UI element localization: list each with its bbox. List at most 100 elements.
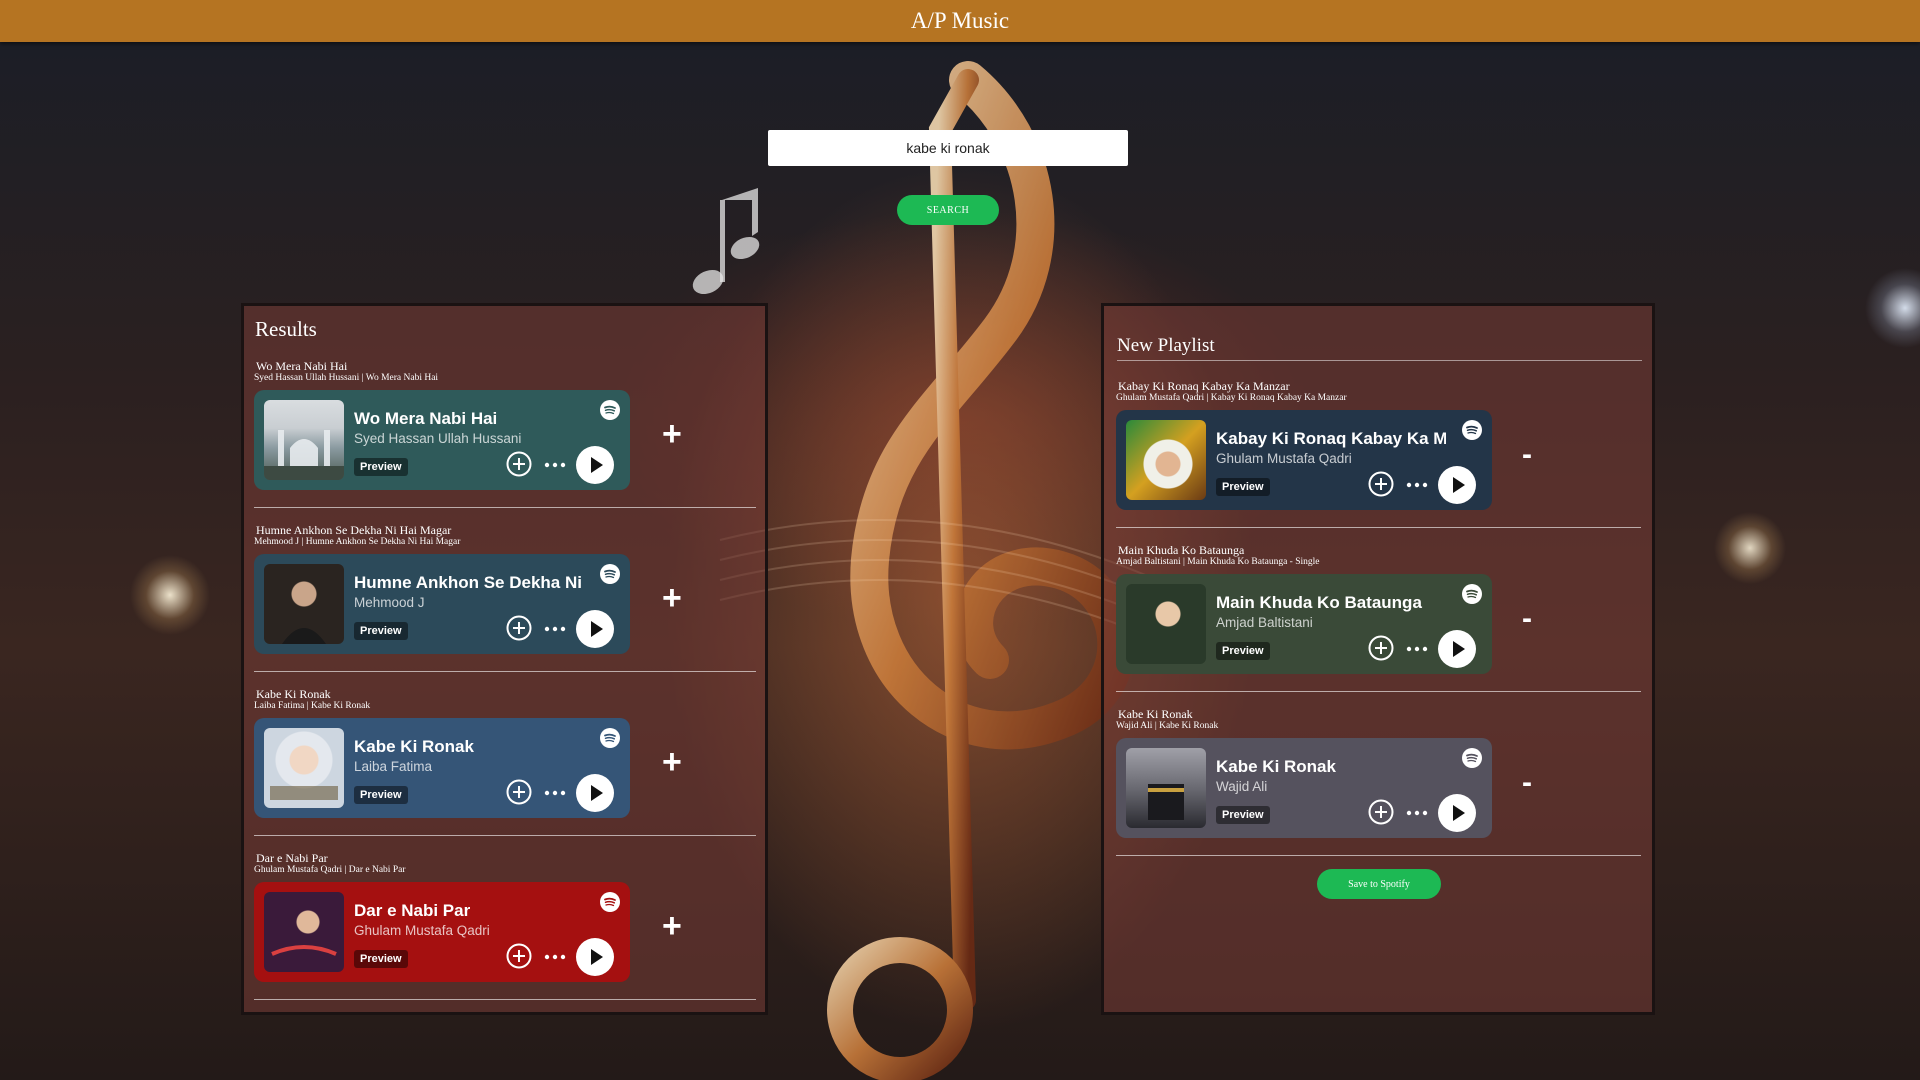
more-icon[interactable] [544,954,566,960]
row-divider [254,835,756,836]
add-circle-icon[interactable] [1368,471,1394,497]
preview-badge: Preview [354,950,408,968]
track-name: Dar e Nabi Par [256,851,328,865]
track-subtitle: Laiba Fatima | Kabe Ki Ronak [254,701,371,711]
card-artist[interactable]: Laiba Fatima [354,759,432,774]
album-art [1126,584,1206,664]
card-artist[interactable]: Ghulam Mustafa Qadri [354,923,490,938]
preview-badge: Preview [1216,478,1270,496]
album-art [1126,420,1206,500]
result-row: Humne Ankhon Se Dekha Ni Hai Magar Mehmo… [244,523,765,673]
row-divider [254,671,756,672]
spotify-embed-card[interactable]: Humne Ankhon Se Dekha Ni Mehmood J Previ… [254,554,630,654]
card-title: Kabe Ki Ronak [354,737,474,756]
result-row: Wo Mera Nabi Hai Syed Hassan Ullah Hussa… [244,359,765,509]
track-subtitle: Syed Hassan Ullah Hussani | Wo Mera Nabi… [254,373,439,383]
track-name: Main Khuda Ko Bataunga [1118,543,1245,557]
add-circle-icon[interactable] [506,943,532,969]
spotify-embed-card[interactable]: Main Khuda Ko Bataunga Amjad Baltistani … [1116,574,1492,674]
add-to-playlist-button[interactable]: + [662,581,682,615]
card-title: Dar e Nabi Par [354,901,471,920]
spotify-icon[interactable] [600,728,620,748]
spotify-icon[interactable] [600,564,620,584]
track-name: Kabay Ki Ronaq Kabay Ka Manzar [1118,379,1290,393]
add-circle-icon[interactable] [506,451,532,477]
row-divider [1116,691,1641,692]
result-row: Kabe Ki Ronak Laiba Fatima | Kabe Ki Ron… [244,687,765,837]
track-name: Kabe Ki Ronak [1118,707,1193,721]
spotify-embed-card[interactable]: Kabay Ki Ronaq Kabay Ka M Ghulam Mustafa… [1116,410,1492,510]
card-title: Kabay Ki Ronaq Kabay Ka M [1216,429,1446,448]
track-subtitle: Wajid Ali | Kabe Ki Ronak [1116,721,1219,731]
track-name: Humne Ankhon Se Dekha Ni Hai Magar [256,523,452,537]
play-icon[interactable] [576,446,614,484]
search-input[interactable] [768,130,1128,166]
row-divider [254,507,756,508]
preview-badge: Preview [354,458,408,476]
card-artist[interactable]: Ghulam Mustafa Qadri [1216,451,1352,466]
card-title: Wo Mera Nabi Hai [354,409,498,428]
track-subtitle: Ghulam Mustafa Qadri | Dar e Nabi Par [254,865,406,875]
card-artist[interactable]: Amjad Baltistani [1216,615,1313,630]
remove-from-playlist-button[interactable]: - [1522,604,1532,634]
playlist-row: Main Khuda Ko Bataunga Amjad Baltistani … [1104,543,1652,693]
heading-divider [1117,360,1642,361]
preview-badge: Preview [1216,642,1270,660]
preview-badge: Preview [354,786,408,804]
add-circle-icon[interactable] [506,615,532,641]
save-to-spotify-button[interactable]: Save to Spotify [1317,869,1441,899]
playlist-heading: New Playlist [1117,335,1215,356]
card-title: Kabe Ki Ronak [1216,757,1336,776]
spotify-embed-card[interactable]: Kabe Ki Ronak Wajid Ali Preview [1116,738,1492,838]
album-art [1126,748,1206,828]
add-to-playlist-button[interactable]: + [662,745,682,779]
add-to-playlist-button[interactable]: + [662,909,682,943]
spotify-embed-card[interactable]: Dar e Nabi Par Ghulam Mustafa Qadri Prev… [254,882,630,982]
spotify-icon[interactable] [600,892,620,912]
result-row: Dar e Nabi Par Ghulam Mustafa Qadri | Da… [244,851,765,1001]
more-icon[interactable] [1406,810,1428,816]
play-icon[interactable] [1438,794,1476,832]
more-icon[interactable] [1406,482,1428,488]
spotify-icon[interactable] [1462,748,1482,768]
track-name: Wo Mera Nabi Hai [256,359,348,373]
add-to-playlist-button[interactable]: + [662,417,682,451]
card-title: Humne Ankhon Se Dekha Ni [354,573,582,592]
remove-from-playlist-button[interactable]: - [1522,440,1532,470]
results-heading: Results [255,317,317,341]
card-artist[interactable]: Wajid Ali [1216,779,1267,794]
preview-badge: Preview [354,622,408,640]
add-circle-icon[interactable] [506,779,532,805]
playlist-row: Kabe Ki Ronak Wajid Ali | Kabe Ki Ronak … [1104,707,1652,857]
play-icon[interactable] [1438,630,1476,668]
play-icon[interactable] [576,774,614,812]
spotify-embed-card[interactable]: Wo Mera Nabi Hai Syed Hassan Ullah Hussa… [254,390,630,490]
card-artist[interactable]: Syed Hassan Ullah Hussani [354,431,521,446]
results-panel: Results Wo Mera Nabi Hai Syed Hassan Ull… [241,303,768,1015]
card-artist[interactable]: Mehmood J [354,595,425,610]
album-art [264,400,344,480]
play-icon[interactable] [1438,466,1476,504]
track-subtitle: Mehmood J | Humne Ankhon Se Dekha Ni Hai… [254,537,461,547]
spotify-embed-card[interactable]: Kabe Ki Ronak Laiba Fatima Preview [254,718,630,818]
track-name: Kabe Ki Ronak [256,687,331,701]
play-icon[interactable] [576,610,614,648]
preview-badge: Preview [1216,806,1270,824]
album-art [264,728,344,808]
more-icon[interactable] [544,462,566,468]
card-title: Main Khuda Ko Bataunga [1216,593,1422,612]
more-icon[interactable] [544,790,566,796]
track-subtitle: Amjad Baltistani | Main Khuda Ko Bataung… [1116,557,1320,567]
playlist-panel: New Playlist Kabay Ki Ronaq Kabay Ka Man… [1101,303,1655,1015]
add-circle-icon[interactable] [1368,635,1394,661]
more-icon[interactable] [544,626,566,632]
add-circle-icon[interactable] [1368,799,1394,825]
spotify-icon[interactable] [1462,420,1482,440]
play-icon[interactable] [576,938,614,976]
remove-from-playlist-button[interactable]: - [1522,768,1532,798]
spotify-icon[interactable] [600,400,620,420]
spotify-icon[interactable] [1462,584,1482,604]
search-button[interactable]: SEARCH [897,195,999,225]
more-icon[interactable] [1406,646,1428,652]
app-header: A/P Music [0,0,1920,42]
